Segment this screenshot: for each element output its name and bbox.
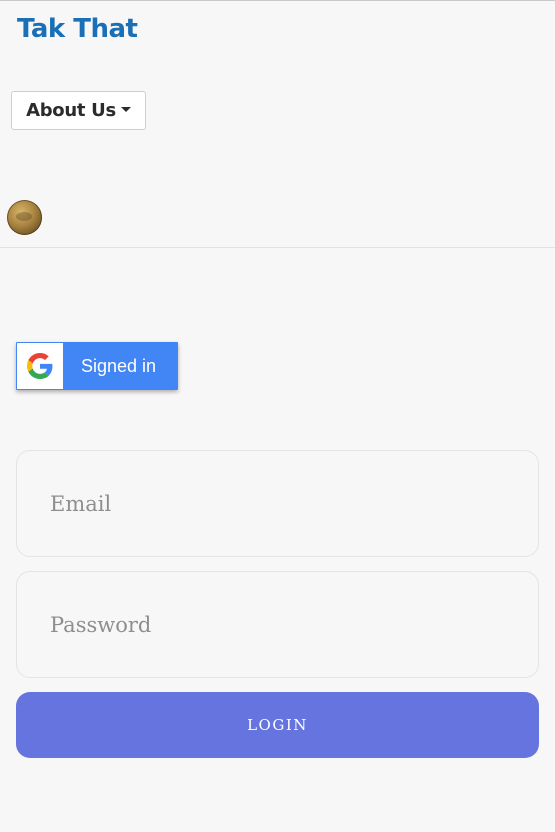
email-field[interactable] <box>16 450 539 557</box>
login-button[interactable]: LOGIN <box>16 692 539 758</box>
about-us-label: About Us <box>26 100 116 121</box>
google-signin-label: Signed in <box>80 355 157 376</box>
google-g-icon <box>27 353 53 379</box>
google-signin-button[interactable]: Signed in <box>16 342 178 390</box>
top-border <box>0 0 555 1</box>
password-field[interactable] <box>16 571 539 678</box>
brand-logo-link[interactable]: Tak That <box>17 14 138 44</box>
about-us-dropdown-button[interactable]: About Us <box>11 91 146 130</box>
google-icon-container <box>17 343 63 389</box>
chevron-down-icon <box>120 107 131 112</box>
user-avatar[interactable] <box>7 200 42 235</box>
header-divider <box>0 247 555 248</box>
page: Tak That About Us Signed in LOGIN <box>0 0 555 832</box>
